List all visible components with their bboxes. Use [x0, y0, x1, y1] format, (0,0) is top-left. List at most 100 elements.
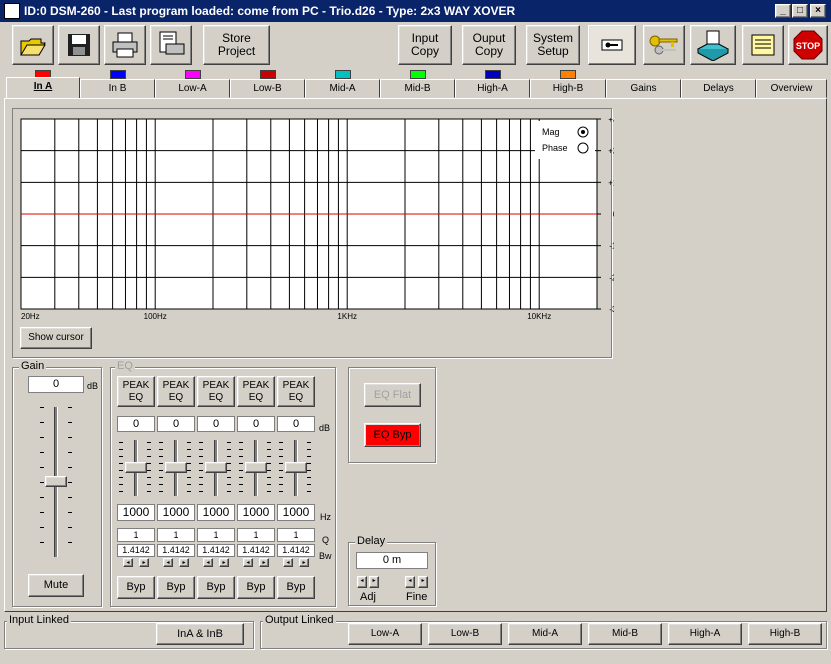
eq-band-gain-value[interactable]: 0	[157, 416, 195, 432]
eq-band-bw-value[interactable]: 1.4142	[117, 544, 155, 557]
eq-band-scale-left	[199, 442, 203, 494]
eq-band-bw-down-button[interactable]: ◂	[163, 558, 173, 567]
delay-adj-right-button[interactable]: ▸	[369, 576, 379, 588]
eq-band-frequency-value[interactable]: 1000	[277, 504, 315, 521]
stop-button[interactable]: STOP	[788, 25, 828, 65]
eq-band-gain-value[interactable]: 0	[237, 416, 275, 432]
eq-band-gain-value[interactable]: 0	[197, 416, 235, 432]
delay-value[interactable]: 0 m	[356, 552, 428, 569]
graph-phase-radio[interactable]	[577, 142, 589, 154]
eq-flat-button[interactable]: EQ Flat	[364, 383, 421, 407]
tab-mid-a[interactable]: Mid-A	[305, 79, 380, 98]
tab-low-a[interactable]: Low-A	[155, 79, 230, 98]
tab-high-a[interactable]: High-A	[455, 79, 530, 98]
eq-band-bypass-button[interactable]: Byp	[157, 576, 195, 599]
store-project-button[interactable]: Store Project	[203, 25, 270, 65]
eq-band-bw-down-button[interactable]: ◂	[123, 558, 133, 567]
eq-band-gain-slider-thumb[interactable]	[245, 462, 267, 473]
gain-value[interactable]: 0	[28, 376, 84, 393]
delay-fine-left-button[interactable]: ◂	[405, 576, 415, 588]
print-button[interactable]	[104, 25, 146, 65]
maximize-button[interactable]: □	[792, 4, 808, 18]
close-button[interactable]: ×	[810, 4, 826, 18]
tab-mid-b[interactable]: Mid-B	[380, 79, 455, 98]
eq-band-type-button[interactable]: PEAK EQ	[197, 376, 235, 407]
tab-delays[interactable]: Delays	[681, 79, 756, 98]
eq-band-bw-value[interactable]: 1.4142	[197, 544, 235, 557]
eq-band-bw-up-button[interactable]: ▸	[259, 558, 269, 567]
eq-band-bw-down-button[interactable]: ◂	[203, 558, 213, 567]
input-link-ina-inb-button[interactable]: InA & InB	[156, 623, 244, 645]
delay-adj-left-button[interactable]: ◂	[357, 576, 367, 588]
eq-band-q-value[interactable]: 1	[237, 528, 275, 542]
eq-band-gain-slider-thumb[interactable]	[165, 462, 187, 473]
eq-band-type-button[interactable]: PEAK EQ	[277, 376, 315, 407]
system-setup-button[interactable]: System Setup	[526, 25, 580, 65]
mute-button[interactable]: Mute	[28, 574, 84, 597]
eq-band-type-button[interactable]: PEAK EQ	[157, 376, 195, 407]
output-link-high-b-button[interactable]: High-B	[748, 623, 822, 645]
eq-band-q-value[interactable]: 1	[117, 528, 155, 542]
eq-band-type-button[interactable]: PEAK EQ	[237, 376, 275, 407]
eq-band-bw-value[interactable]: 1.4142	[277, 544, 315, 557]
gain-slider-thumb[interactable]	[45, 476, 67, 487]
keys-button[interactable]	[643, 25, 685, 65]
eq-band-scale-left	[119, 442, 123, 494]
eq-band-q-value[interactable]: 1	[277, 528, 315, 542]
eq-band-frequency-value[interactable]: 1000	[157, 504, 195, 521]
output-link-low-b-button[interactable]: Low-B	[428, 623, 502, 645]
tab-low-b[interactable]: Low-B	[230, 79, 305, 98]
open-button[interactable]	[12, 25, 54, 65]
eq-band-frequency-value[interactable]: 1000	[237, 504, 275, 521]
notes-button[interactable]	[742, 25, 784, 65]
graph-x-tick-label: 1KHz	[337, 312, 357, 321]
output-link-mid-a-button[interactable]: Mid-A	[508, 623, 582, 645]
input-copy-button[interactable]: Input Copy	[398, 25, 452, 65]
print-preview-button[interactable]	[150, 25, 192, 65]
eq-band-q-value[interactable]: 1	[157, 528, 195, 542]
frequency-response-graph[interactable]: Mag Phase +30 +20 +10 0 -10 -20 -30 20Hz 100Hz 1KHz…	[20, 118, 614, 326]
save-button[interactable]	[58, 25, 100, 65]
tab-overview[interactable]: Overview	[756, 79, 827, 98]
eq-band-gain-slider-thumb[interactable]	[125, 462, 147, 473]
delay-fine-right-button[interactable]: ▸	[418, 576, 428, 588]
show-cursor-button[interactable]: Show cursor	[20, 327, 92, 349]
eq-bypass-button[interactable]: EQ Byp	[364, 423, 421, 447]
delay-group-label: Delay	[355, 535, 388, 547]
eq-band-frequency-value[interactable]: 1000	[117, 504, 155, 521]
print-preview-icon	[159, 31, 185, 55]
open-folder-icon	[20, 38, 46, 56]
tab-in-b[interactable]: In B	[80, 79, 155, 98]
eq-band-bypass-button[interactable]: Byp	[237, 576, 275, 599]
eq-band-scale-right	[227, 442, 231, 494]
eq-band-gain-value[interactable]: 0	[277, 416, 315, 432]
output-link-mid-b-button[interactable]: Mid-B	[588, 623, 662, 645]
tab-in-a[interactable]: In A	[6, 77, 80, 99]
eq-band-frequency-value[interactable]: 1000	[197, 504, 235, 521]
eq-band-bw-up-button[interactable]: ▸	[139, 558, 149, 567]
eq-band-bw-up-button[interactable]: ▸	[299, 558, 309, 567]
output-link-high-a-button[interactable]: High-A	[668, 623, 742, 645]
eq-band-gain-value[interactable]: 0	[117, 416, 155, 432]
eq-band-bypass-button[interactable]: Byp	[117, 576, 155, 599]
eq-band-type-button[interactable]: PEAK EQ	[117, 376, 155, 407]
eq-band-bypass-button[interactable]: Byp	[197, 576, 235, 599]
eq-band-bw-value[interactable]: 1.4142	[237, 544, 275, 557]
graph-x-tick-label: 100Hz	[144, 312, 167, 321]
eq-band-q-value[interactable]: 1	[197, 528, 235, 542]
eq-band-bw-up-button[interactable]: ▸	[219, 558, 229, 567]
eq-band-bw-down-button[interactable]: ◂	[243, 558, 253, 567]
tab-gains[interactable]: Gains	[606, 79, 681, 98]
eq-band-bw-up-button[interactable]: ▸	[179, 558, 189, 567]
output-link-low-a-button[interactable]: Low-A	[348, 623, 422, 645]
ouput-copy-button[interactable]: Ouput Copy	[462, 25, 516, 65]
lock-button[interactable]	[588, 25, 636, 65]
eq-band-gain-slider-thumb[interactable]	[205, 462, 227, 473]
minimize-button[interactable]: _	[775, 4, 791, 18]
eq-band-gain-slider-thumb[interactable]	[285, 462, 307, 473]
eq-band-bw-down-button[interactable]: ◂	[283, 558, 293, 567]
tab-high-b[interactable]: High-B	[530, 79, 606, 98]
eq-band-bypass-button[interactable]: Byp	[277, 576, 315, 599]
transfer-button[interactable]	[690, 25, 736, 65]
eq-band-bw-value[interactable]: 1.4142	[157, 544, 195, 557]
